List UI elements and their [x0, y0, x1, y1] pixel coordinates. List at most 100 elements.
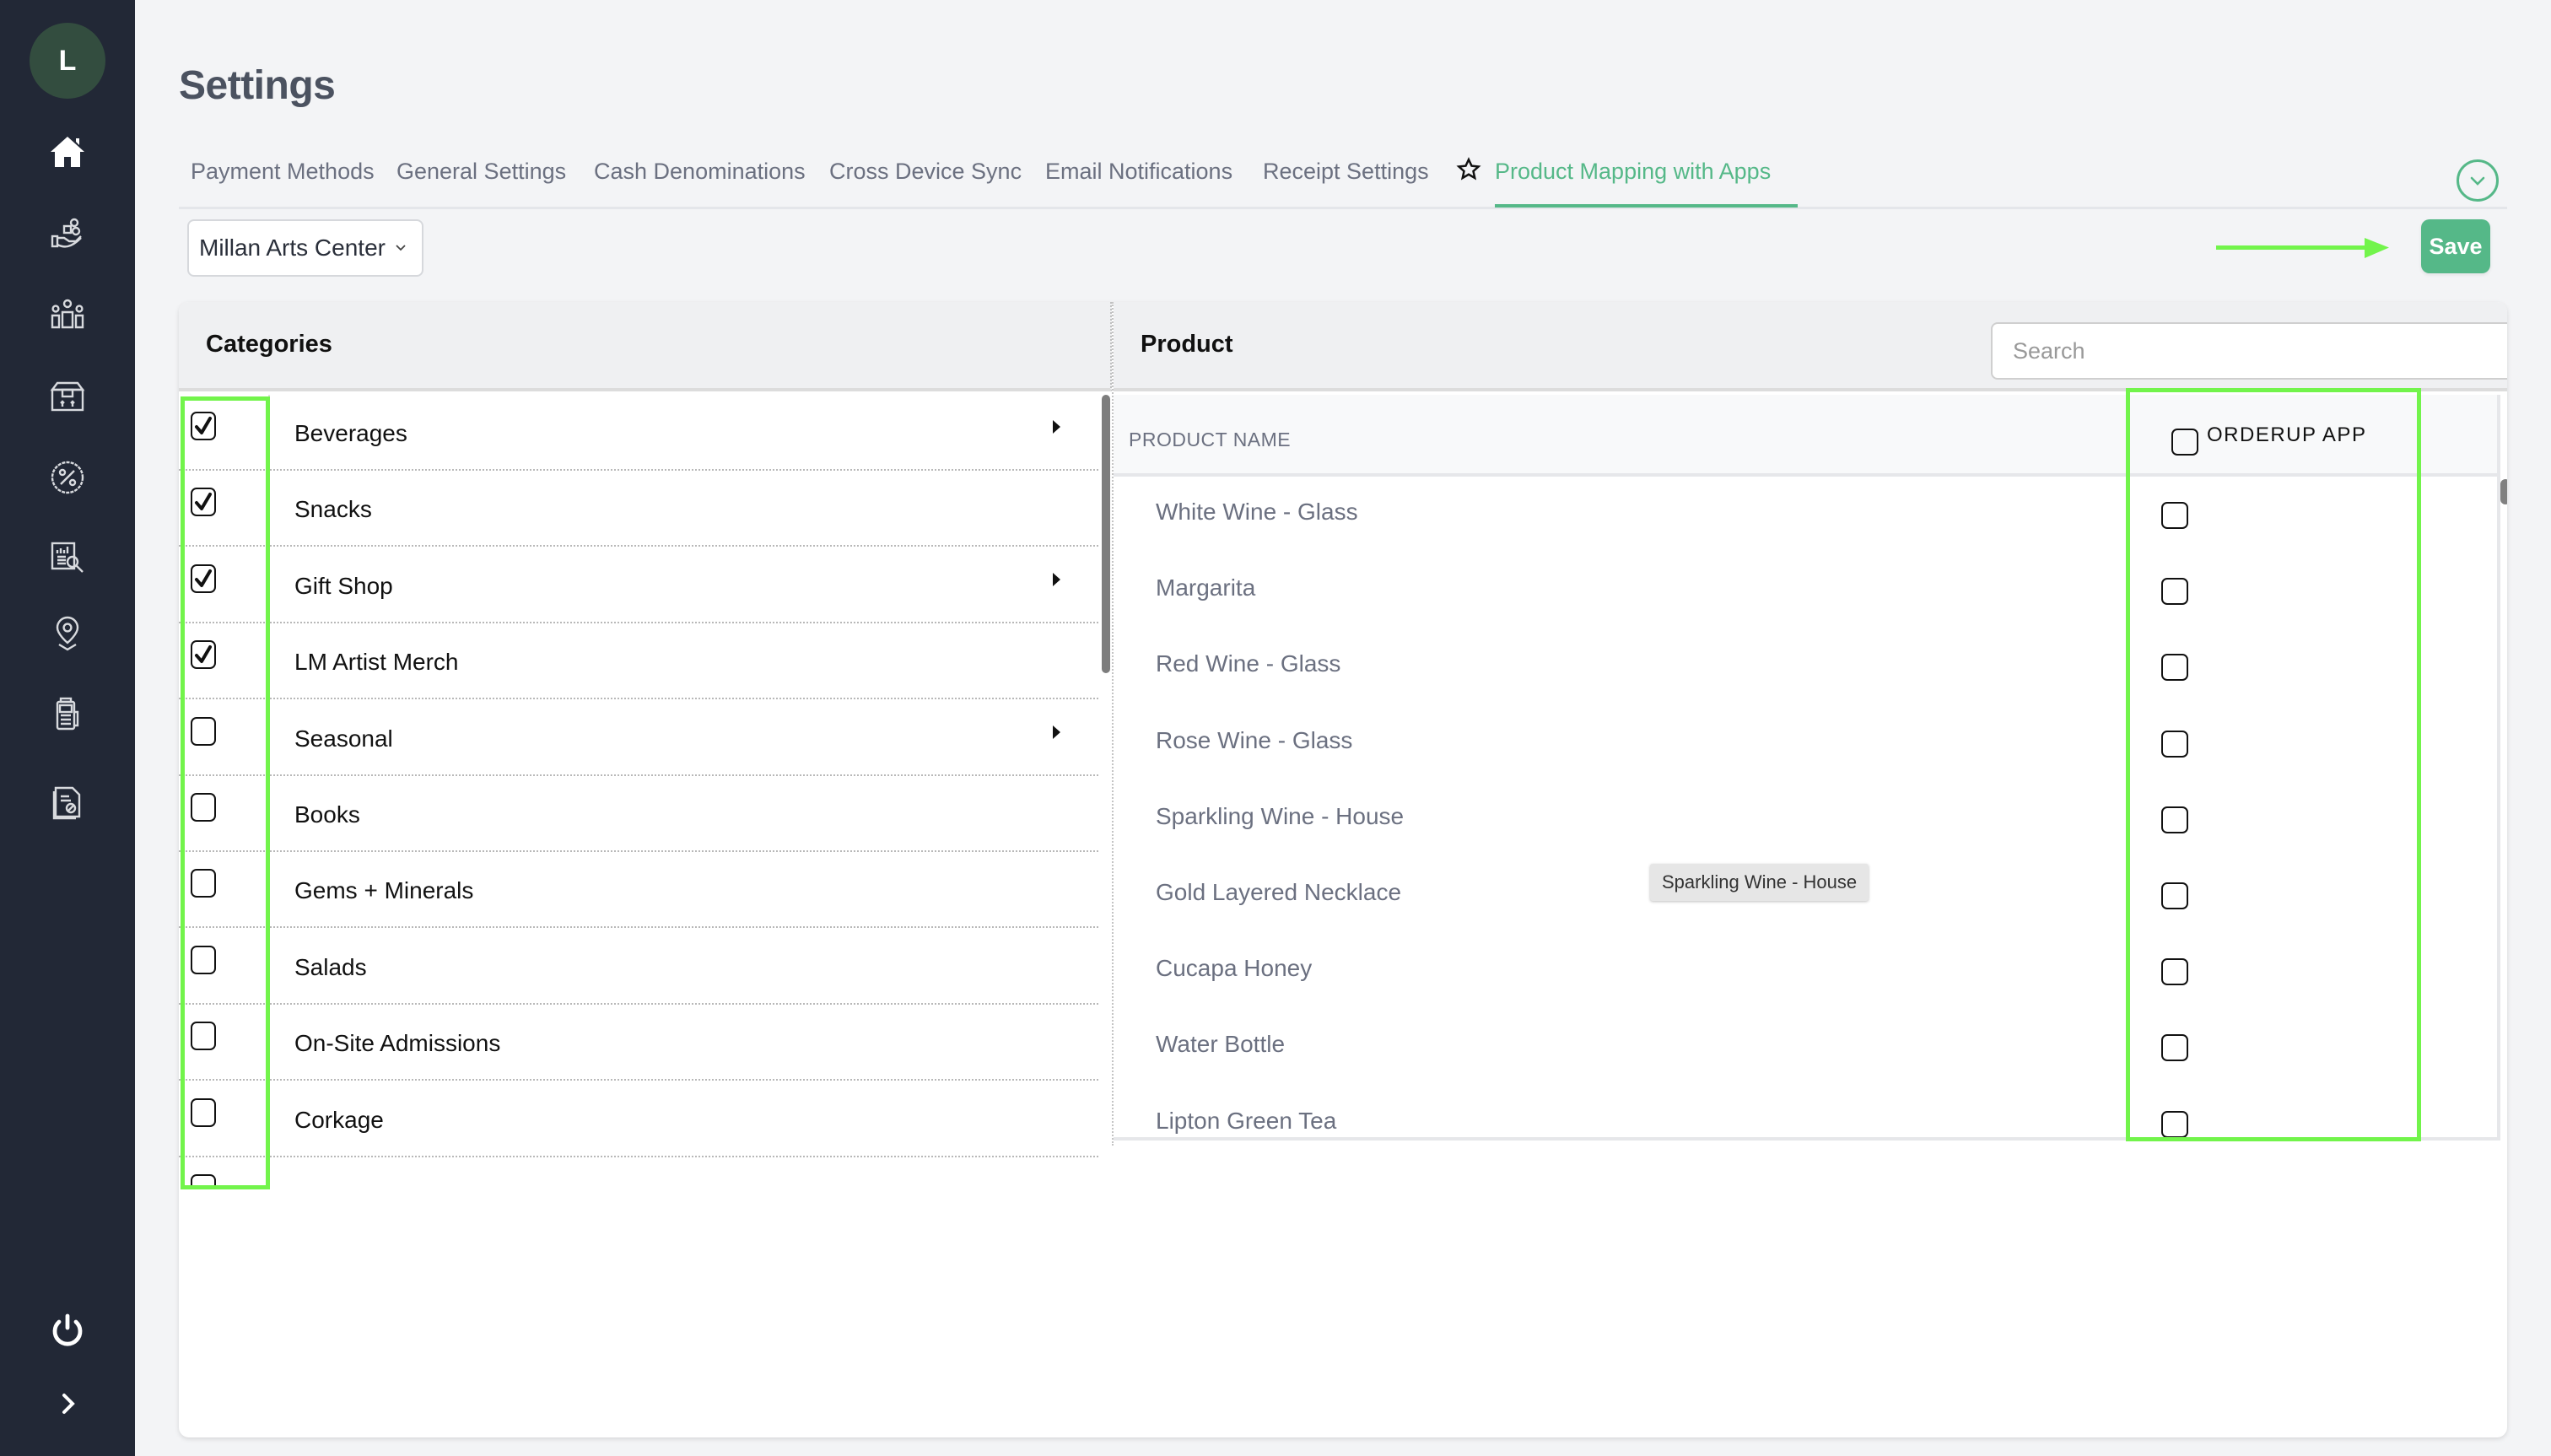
- tab-product-mapping[interactable]: Product Mapping with Apps: [1495, 159, 1771, 185]
- tab-payment-methods[interactable]: Payment Methods: [191, 159, 375, 185]
- category-checkbox[interactable]: [191, 869, 216, 898]
- chevron-right-icon[interactable]: [42, 1378, 93, 1429]
- category-row[interactable]: Seasonal: [179, 700, 1098, 776]
- orderup-app-checkbox[interactable]: [2161, 1110, 2188, 1137]
- category-row[interactable]: Snacks: [179, 471, 1098, 547]
- document-settings-icon[interactable]: [42, 776, 93, 827]
- category-label: Corkage: [294, 1106, 384, 1133]
- categories-scrollbar[interactable]: [1102, 395, 1110, 673]
- category-checkbox[interactable]: [191, 564, 216, 593]
- category-checkbox[interactable]: [191, 412, 216, 440]
- category-label: On-Site Admissions: [294, 1030, 501, 1057]
- product-row[interactable]: Red Wine - Glass: [1114, 628, 2497, 704]
- orderup-app-checkbox[interactable]: [2161, 806, 2188, 833]
- home-icon[interactable]: [42, 127, 93, 177]
- store-select[interactable]: Millan Arts Center: [187, 219, 423, 277]
- category-row[interactable]: Gift Shop: [179, 547, 1098, 623]
- product-row[interactable]: Rose Wine - Glass: [1114, 705, 2497, 781]
- search-input[interactable]: [1991, 322, 2507, 380]
- categories-header: Categories: [179, 302, 1112, 391]
- category-checkbox[interactable]: [191, 1097, 216, 1127]
- column-product-name[interactable]: PRODUCT NAME: [1129, 429, 1291, 451]
- orderup-app-checkbox[interactable]: [2161, 578, 2188, 606]
- hand-coins-icon[interactable]: [42, 209, 93, 260]
- store-select-value: Millan Arts Center: [199, 235, 386, 261]
- categories-list[interactable]: Beverages Snacks Gift Shop LM Artist Mer…: [179, 395, 1105, 1188]
- power-icon[interactable]: [42, 1306, 93, 1356]
- checkmark-icon: [195, 493, 212, 511]
- category-row[interactable]: Corkage: [179, 1081, 1098, 1157]
- product-name: Red Wine - Glass: [1156, 650, 1341, 677]
- products-table-bottom: [1114, 1137, 2497, 1141]
- category-row[interactable]: Salads: [179, 929, 1098, 1005]
- inventory-box-icon[interactable]: [42, 371, 93, 422]
- orderup-app-checkbox[interactable]: [2161, 654, 2188, 682]
- product-row[interactable]: White Wine - Glass: [1114, 477, 2497, 553]
- mapping-card: Categories Beverages Snacks Gift Shop LM…: [179, 302, 2507, 1437]
- save-button[interactable]: Save: [2421, 219, 2490, 273]
- products-title: Product: [1141, 331, 1233, 358]
- product-row[interactable]: Lipton Green Tea: [1114, 1086, 2497, 1137]
- products-scrollbar[interactable]: [2500, 479, 2507, 504]
- product-name: White Wine - Glass: [1156, 499, 1358, 525]
- category-checkbox[interactable]: [191, 945, 216, 974]
- category-label: Salads: [294, 953, 367, 980]
- orderup-app-checkbox[interactable]: [2161, 730, 2188, 758]
- checkmark-icon: [195, 645, 212, 664]
- categories-panel: Categories Beverages Snacks Gift Shop LM…: [179, 302, 1112, 1188]
- discount-percent-icon[interactable]: [42, 452, 93, 503]
- category-checkbox[interactable]: [191, 1174, 216, 1188]
- category-row[interactable]: On-Site Admissions: [179, 1005, 1098, 1081]
- category-label: Gems + Minerals: [294, 877, 474, 904]
- pos-terminal-icon[interactable]: [42, 688, 93, 739]
- category-row[interactable]: Books: [179, 776, 1098, 852]
- product-row[interactable]: Margarita: [1114, 553, 2497, 628]
- products-column-header: PRODUCT NAME ORDERUP APP: [1114, 395, 2497, 477]
- settings-tabs: Payment Methods General Settings Cash De…: [179, 152, 2507, 209]
- category-checkbox[interactable]: [191, 1022, 216, 1051]
- select-all-orderup-checkbox[interactable]: [2171, 429, 2198, 456]
- expand-arrow-icon[interactable]: [1053, 725, 1060, 739]
- category-row[interactable]: LM Artist Merch: [179, 623, 1098, 700]
- tab-cross-device-sync[interactable]: Cross Device Sync: [829, 159, 1022, 185]
- category-checkbox[interactable]: [191, 640, 216, 670]
- team-icon[interactable]: [42, 290, 93, 341]
- expand-arrow-icon[interactable]: [1053, 420, 1060, 434]
- category-checkbox[interactable]: [191, 793, 216, 822]
- tab-general-settings[interactable]: General Settings: [396, 159, 566, 185]
- category-label: LM Artist Merch: [294, 649, 459, 676]
- orderup-app-checkbox[interactable]: [2161, 1034, 2188, 1062]
- category-label: Snacks: [294, 496, 372, 523]
- tab-receipt-settings[interactable]: Receipt Settings: [1263, 159, 1429, 185]
- product-name: Sparkling Wine - House: [1156, 802, 1405, 829]
- tab-email-notifications[interactable]: Email Notifications: [1045, 159, 1232, 185]
- user-avatar[interactable]: L: [30, 23, 105, 99]
- category-row[interactable]: [179, 1157, 1098, 1188]
- categories-title: Categories: [206, 331, 332, 358]
- category-label: Seasonal: [294, 725, 393, 752]
- product-row[interactable]: Cucapa Honey: [1114, 933, 2497, 1009]
- product-row[interactable]: Sparkling Wine - House: [1114, 781, 2497, 857]
- orderup-app-checkbox[interactable]: [2161, 958, 2188, 986]
- products-list[interactable]: White Wine - Glass Margarita Red Wine - …: [1114, 477, 2497, 1137]
- product-name: Rose Wine - Glass: [1156, 726, 1353, 753]
- category-label: Beverages: [294, 420, 407, 446]
- chevron-down-icon: [2470, 176, 2485, 186]
- chevron-down-icon: [396, 245, 406, 251]
- category-checkbox[interactable]: [191, 716, 216, 746]
- category-row[interactable]: Gems + Minerals: [179, 852, 1098, 929]
- location-pin-icon[interactable]: [42, 607, 93, 658]
- category-label: Gift Shop: [294, 572, 393, 599]
- category-row[interactable]: Beverages: [179, 395, 1098, 471]
- products-header: Product: [1114, 302, 2507, 391]
- collapse-toggle-button[interactable]: [2457, 159, 2499, 202]
- report-search-icon[interactable]: [42, 531, 93, 582]
- category-checkbox[interactable]: [191, 488, 216, 517]
- tab-cash-denominations[interactable]: Cash Denominations: [594, 159, 806, 185]
- expand-arrow-icon[interactable]: [1053, 572, 1060, 586]
- star-icon: [1456, 157, 1481, 181]
- orderup-app-checkbox[interactable]: [2161, 502, 2188, 529]
- product-row[interactable]: Water Bottle: [1114, 1009, 2497, 1085]
- orderup-app-checkbox[interactable]: [2161, 882, 2188, 909]
- checkmark-icon: [195, 569, 212, 587]
